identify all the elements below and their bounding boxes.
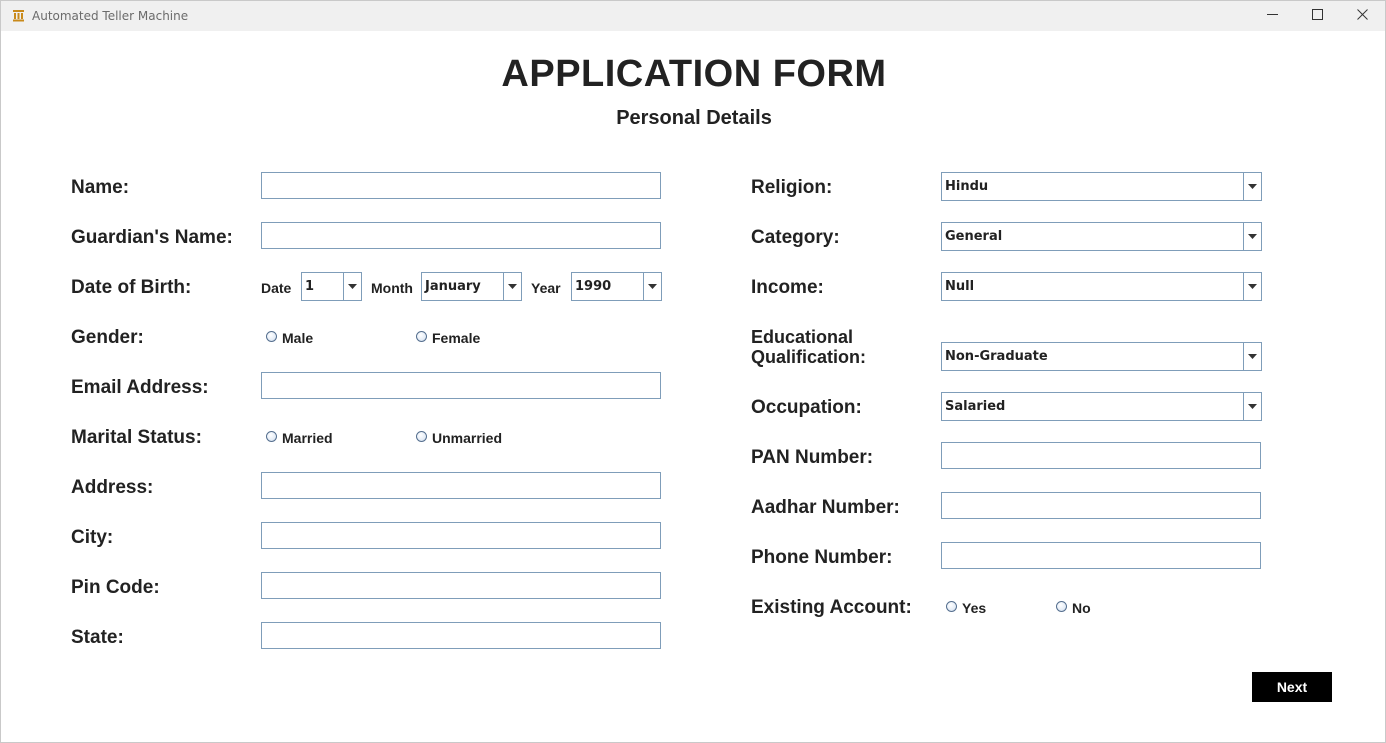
month-select[interactable]: January [421,272,522,301]
page-title: APPLICATION FORM [501,53,887,95]
name-input[interactable] [261,172,661,199]
religion-value: Hindu [945,179,989,194]
pin-code-input[interactable] [261,572,661,599]
email-input[interactable] [261,372,661,399]
maximize-icon [1311,7,1323,25]
close-icon [1356,7,1368,25]
minimize-button[interactable] [1249,1,1295,31]
aadhar-number-label: Aadhar Number: [751,497,900,518]
occupation-select[interactable]: Salaried [941,392,1262,421]
female-radio-label[interactable]: Female [432,330,480,346]
income-select[interactable]: Null [941,272,1262,301]
window-title: Automated Teller Machine [32,9,189,23]
next-button[interactable]: Next [1252,672,1332,702]
date-label: Date [261,280,292,296]
religion-select[interactable]: Hindu [941,172,1262,201]
married-radio[interactable] [266,431,277,442]
year-select[interactable]: 1990 [571,272,662,301]
name-label: Name: [71,177,130,198]
marital-status-label: Marital Status: [71,427,202,448]
education-label-line-1: Educational [751,327,854,347]
page-subtitle: Personal Details [616,107,772,129]
app-window: Automated Teller Machine APPLICATION FOR… [0,0,1386,743]
maximize-button[interactable] [1294,1,1340,31]
state-label: State: [71,627,124,648]
no-radio[interactable] [1056,601,1067,612]
year-value: 1990 [575,279,612,294]
married-radio-label[interactable]: Married [282,430,333,446]
date-select[interactable]: 1 [301,272,362,301]
category-label: Category: [751,227,840,248]
education-select[interactable]: Non-Graduate [941,342,1262,371]
chevron-down-icon[interactable] [643,273,661,300]
email-label: Email Address: [71,377,209,398]
title-bar[interactable]: Automated Teller Machine [1,1,1385,31]
guardian-name-label: Guardian's Name: [71,227,233,248]
income-label: Income: [751,277,824,298]
education-value: Non-Graduate [945,349,1048,364]
dob-label: Date of Birth: [71,277,192,298]
pan-number-label: PAN Number: [751,447,874,468]
pan-number-input[interactable] [941,442,1261,469]
income-value: Null [945,279,975,294]
education-label: Educational Qualification: [751,327,866,367]
occupation-value: Salaried [945,399,1006,414]
male-radio-label[interactable]: Male [282,330,313,346]
yes-radio-label[interactable]: Yes [962,600,986,616]
chevron-down-icon[interactable] [1243,223,1261,250]
year-label: Year [531,280,561,296]
category-value: General [945,229,1003,244]
education-label-line-2: Qualification: [751,347,867,367]
city-label: City: [71,527,114,548]
category-select[interactable]: General [941,222,1262,251]
phone-number-label: Phone Number: [751,547,893,568]
no-radio-label[interactable]: No [1072,600,1091,616]
guardian-name-input[interactable] [261,222,661,249]
address-label: Address: [71,477,154,498]
male-radio[interactable] [266,331,277,342]
chevron-down-icon[interactable] [503,273,521,300]
occupation-label: Occupation: [751,397,862,418]
pin-code-label: Pin Code: [71,577,160,598]
chevron-down-icon[interactable] [1243,273,1261,300]
minimize-icon [1266,7,1278,25]
phone-number-input[interactable] [941,542,1261,569]
chevron-down-icon[interactable] [343,273,361,300]
yes-radio[interactable] [946,601,957,612]
chevron-down-icon[interactable] [1243,393,1261,420]
existing-account-label: Existing Account: [751,597,912,618]
state-input[interactable] [261,622,661,649]
female-radio[interactable] [416,331,427,342]
month-value: January [425,279,481,294]
city-input[interactable] [261,522,661,549]
unmarried-radio[interactable] [416,431,427,442]
close-button[interactable] [1339,1,1385,31]
unmarried-radio-label[interactable]: Unmarried [432,430,502,446]
bank-icon [12,9,25,22]
religion-label: Religion: [751,177,833,198]
date-value: 1 [305,279,315,294]
chevron-down-icon[interactable] [1243,343,1261,370]
address-input[interactable] [261,472,661,499]
gender-label: Gender: [71,327,144,348]
aadhar-number-input[interactable] [941,492,1261,519]
chevron-down-icon[interactable] [1243,173,1261,200]
month-label: Month [371,280,413,296]
